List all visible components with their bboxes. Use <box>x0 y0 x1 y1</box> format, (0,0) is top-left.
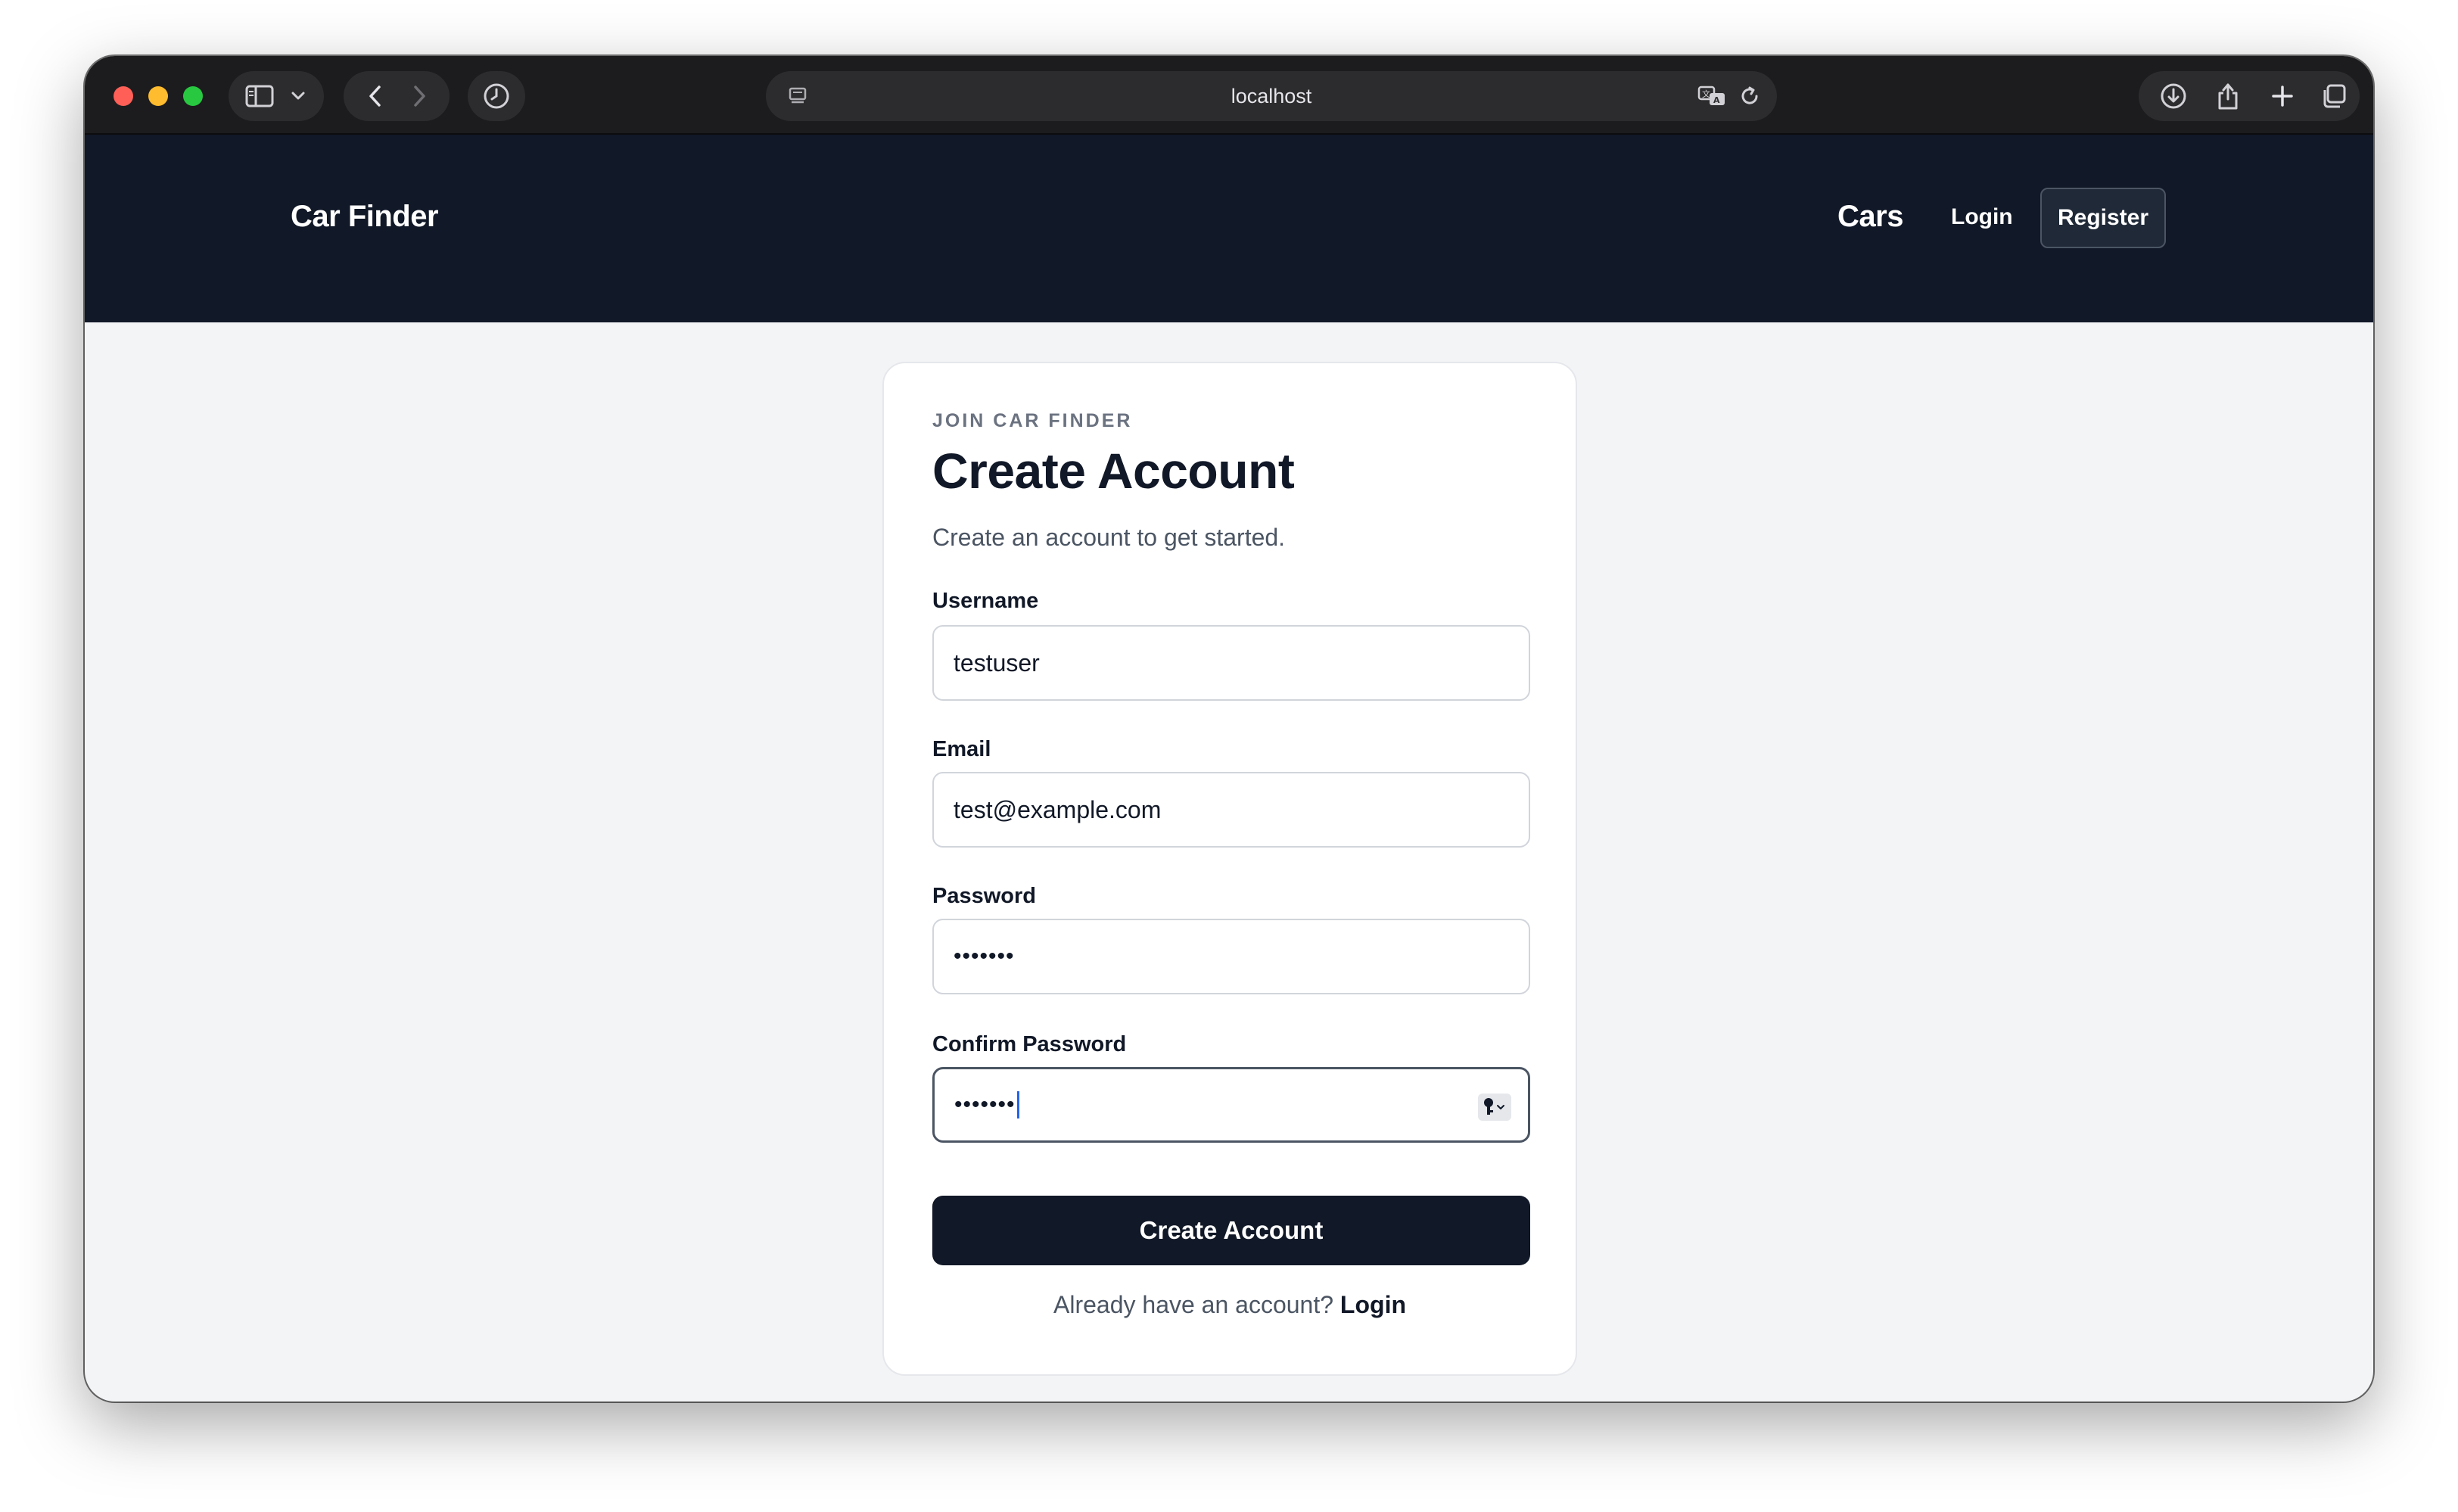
nav-link-login[interactable]: Login <box>1951 204 2013 230</box>
sidebar-icon[interactable] <box>241 71 278 121</box>
svg-text:文: 文 <box>1702 89 1710 99</box>
login-prompt-text: Already have an account? <box>1053 1291 1334 1318</box>
confirm-password-field[interactable]: ••••••• <box>932 1067 1530 1143</box>
username-field[interactable]: testuser <box>932 625 1530 701</box>
username-label: Username <box>932 589 1039 613</box>
password-label: Password <box>932 884 1036 908</box>
browser-window: localhost 文A Car Finder Cars Login Regis… <box>85 56 2373 1402</box>
minimize-window-button[interactable] <box>148 86 168 106</box>
page-subtitle: Create an account to get started. <box>932 524 1286 551</box>
toolbar-actions <box>2139 71 2360 121</box>
password-field[interactable]: ••••••• <box>932 919 1530 994</box>
email-label: Email <box>932 737 991 761</box>
share-icon[interactable] <box>2205 71 2251 121</box>
eyebrow-label: JOIN CAR FINDER <box>932 410 1133 431</box>
close-window-button[interactable] <box>114 86 133 106</box>
chevron-down-icon[interactable] <box>283 71 313 121</box>
reload-icon[interactable] <box>1733 71 1766 121</box>
clock-icon <box>468 71 525 121</box>
password-value: ••••••• <box>954 944 1015 969</box>
address-bar-url: localhost <box>1231 85 1312 107</box>
email-field[interactable]: test@example.com <box>932 772 1530 848</box>
site-header: Car Finder Cars Login Register <box>85 135 2373 322</box>
svg-text:A: A <box>1713 95 1720 105</box>
confirm-password-label: Confirm Password <box>932 1032 1127 1056</box>
login-link[interactable]: Login <box>1340 1291 1406 1318</box>
username-value: testuser <box>954 649 1040 677</box>
email-value: test@example.com <box>954 795 1162 823</box>
create-account-button[interactable]: Create Account <box>932 1196 1530 1265</box>
browser-toolbar: localhost 文A <box>85 56 2373 135</box>
brand-logo[interactable]: Car Finder <box>291 200 439 234</box>
zoom-window-button[interactable] <box>183 86 203 106</box>
download-icon[interactable] <box>2151 71 2196 121</box>
new-tab-icon[interactable] <box>2260 71 2305 121</box>
text-caret <box>1016 1091 1019 1118</box>
nav-link-cars[interactable]: Cars <box>1837 200 1903 234</box>
back-arrow-icon[interactable] <box>357 71 394 121</box>
forward-arrow-icon[interactable] <box>401 71 437 121</box>
sidebar-toggle-group <box>229 71 324 121</box>
login-prompt: Already have an account? Login <box>884 1291 1576 1319</box>
confirm-password-value: ••••••• <box>954 1092 1016 1117</box>
register-card: JOIN CAR FINDER Create Account Create an… <box>882 362 1577 1376</box>
tab-overview-icon[interactable] <box>2311 71 2357 121</box>
history-button[interactable] <box>468 71 525 121</box>
translate-icon[interactable]: 文A <box>1694 71 1731 121</box>
key-icon[interactable] <box>1478 1092 1511 1122</box>
page-title: Create Account <box>932 443 1295 499</box>
history-navigation <box>344 71 450 121</box>
address-bar[interactable]: localhost 文A <box>766 71 1777 121</box>
nav-register-button[interactable]: Register <box>2040 188 2166 248</box>
